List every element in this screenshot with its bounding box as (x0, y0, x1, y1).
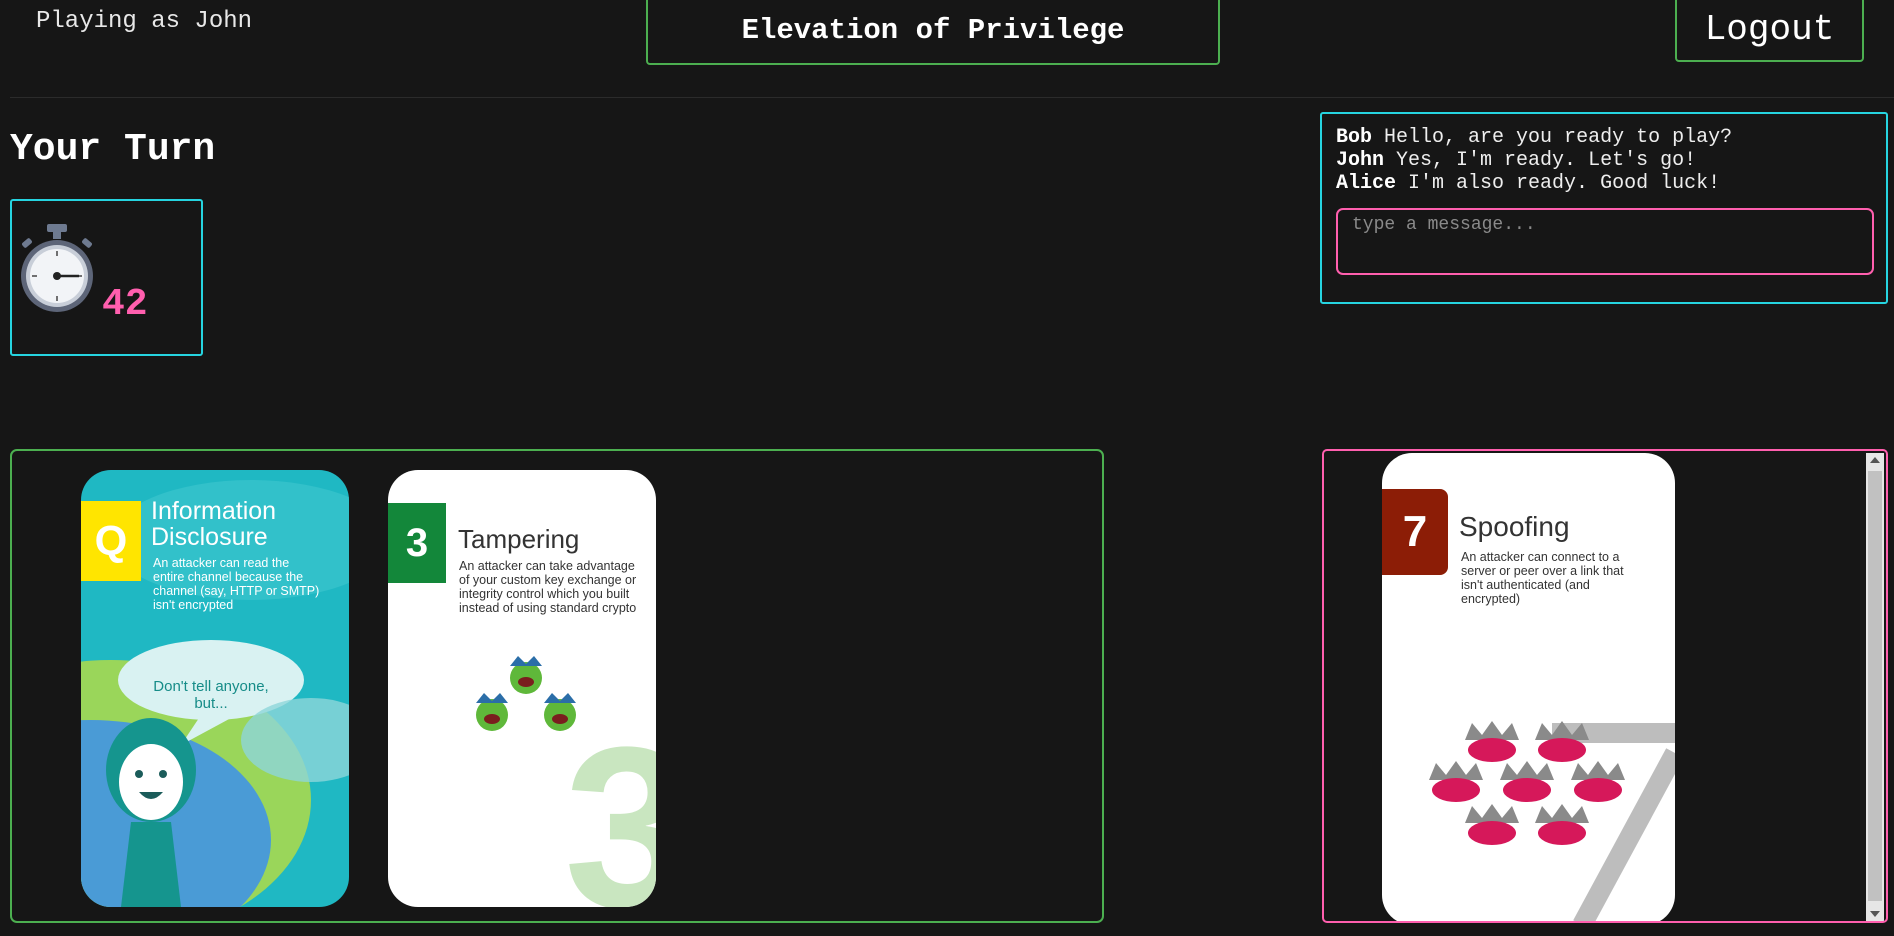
card-suit-title: Information (151, 497, 277, 525)
card-suit-title: Tampering (458, 524, 580, 554)
crown-icon (1500, 761, 1554, 802)
chat-text: I'm also ready. Good luck! (1408, 172, 1721, 195)
turn-indicator: Your Turn (10, 128, 216, 171)
gnome-icon (544, 693, 576, 731)
card-suit-title: Spoofing (1459, 511, 1570, 542)
card-rank-badge: 3 (388, 503, 446, 583)
card-description: An attacker can connect to a server or p… (1461, 550, 1624, 606)
logout-button[interactable]: Logout (1675, 0, 1864, 62)
card-description: An attacker can take advantage of your c… (459, 559, 637, 615)
crown-icon (1465, 721, 1519, 762)
scrollbar-thumb[interactable] (1868, 471, 1882, 901)
turn-timer: 42 (10, 199, 203, 356)
stopwatch-icon (21, 224, 93, 312)
crown-icon (1571, 761, 1625, 802)
player-hand: Q Information Disclosure An attacker can… (10, 449, 1104, 923)
chat-sender: Alice (1336, 172, 1397, 195)
crown-icon (1465, 804, 1519, 845)
scroll-up-icon[interactable] (1870, 457, 1880, 463)
game-title: Elevation of Privilege (646, 0, 1220, 65)
crown-icon (1429, 761, 1483, 802)
table-scrollbar[interactable] (1866, 453, 1884, 921)
scroll-down-icon[interactable] (1870, 911, 1880, 917)
card-description: An attacker can read the entire channel … (153, 556, 320, 612)
chat-text: Yes, I'm ready. Let's go! (1396, 149, 1697, 172)
chat-message: Alice I'm also ready. Good luck! (1336, 172, 1886, 195)
crown-icon (1535, 804, 1589, 845)
card-rank-badge: 7 (1382, 489, 1448, 575)
svg-text:3: 3 (564, 699, 656, 907)
header-divider (10, 97, 1894, 98)
chat-message: John Yes, I'm ready. Let's go! (1336, 149, 1886, 172)
chat-message: Bob Hello, are you ready to play? (1336, 126, 1886, 149)
card-rank-badge: Q (81, 501, 141, 581)
card-tampering-3[interactable]: 3 3 Tampering An attacker can take advan… (388, 470, 656, 907)
game-title-text: Elevation of Privilege (741, 14, 1125, 47)
gnome-icon (510, 656, 542, 694)
player-label: Playing as John (36, 8, 253, 35)
timer-value: 42 (102, 283, 148, 326)
chat-sender: Bob (1336, 126, 1373, 149)
card-speech-bubble: Don't tell anyone, but... (153, 678, 269, 712)
chat-sender: John (1336, 149, 1385, 172)
card-information-disclosure-q[interactable]: Q Information Disclosure An attacker can… (81, 470, 349, 907)
gnome-icon (476, 693, 508, 731)
card-suit-title: Disclosure (151, 523, 268, 551)
chat-text: Hello, are you ready to play? (1384, 126, 1733, 149)
chat-input[interactable] (1336, 208, 1874, 275)
table-area: 7 Spoofing An attacker can connect to a … (1322, 449, 1888, 923)
card-spoofing-7[interactable]: 7 Spoofing An attacker can connect to a … (1382, 453, 1675, 921)
